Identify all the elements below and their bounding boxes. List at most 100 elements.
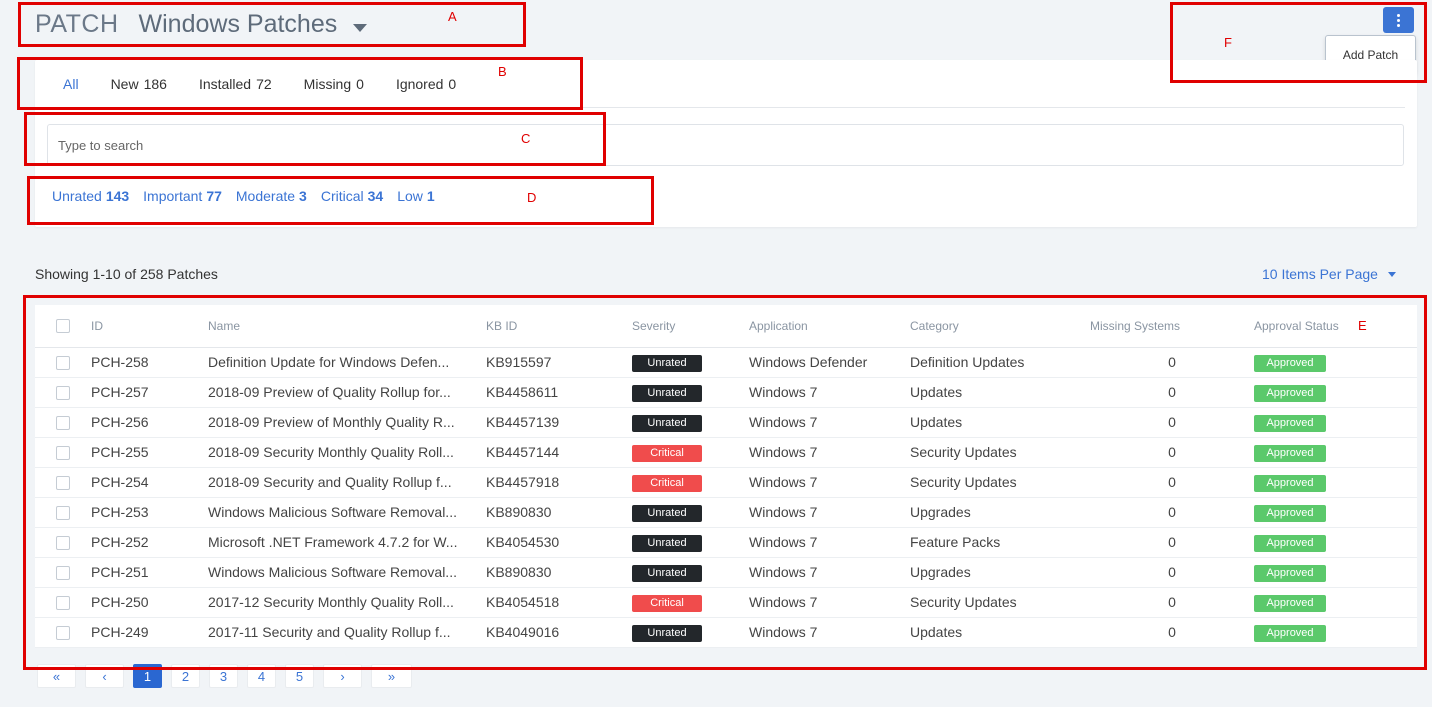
filter-count: 34: [367, 188, 384, 204]
select-all-checkbox[interactable]: [56, 319, 70, 334]
filter-moderate[interactable]: Moderate 3: [236, 188, 307, 204]
patch-name[interactable]: Windows Malicious Software Removal...: [208, 557, 486, 588]
filter-low[interactable]: Low 1: [397, 188, 434, 204]
column-header-approval-status[interactable]: Approval Status: [1254, 305, 1417, 348]
row-checkbox[interactable]: [56, 626, 70, 641]
application: Windows 7: [749, 467, 910, 498]
approval-status-cell: Approved: [1254, 377, 1417, 408]
tab-missing[interactable]: Missing 0: [288, 60, 380, 108]
page-button-4[interactable]: 4: [247, 664, 276, 688]
approval-status-cell: Approved: [1254, 527, 1417, 558]
patch-name[interactable]: 2018-09 Security Monthly Quality Roll...: [208, 437, 486, 468]
filter-unrated[interactable]: Unrated 143: [52, 188, 129, 204]
patch-id[interactable]: PCH-250: [91, 587, 208, 618]
missing-systems: 0: [1090, 467, 1254, 498]
next-page-button[interactable]: ›: [323, 664, 362, 688]
page-button-5[interactable]: 5: [285, 664, 314, 688]
filter-important[interactable]: Important 77: [143, 188, 222, 204]
row-checkbox[interactable]: [56, 416, 70, 431]
row-checkbox[interactable]: [56, 386, 70, 401]
filter-count: 77: [206, 188, 222, 204]
category: Updates: [910, 407, 1090, 438]
missing-systems: 0: [1090, 617, 1254, 648]
items-per-page-select[interactable]: 10 Items Per Page: [1262, 266, 1396, 282]
table-row[interactable]: PCH-257 2018-09 Preview of Quality Rollup…: [35, 377, 1417, 408]
table-row[interactable]: PCH-250 2017-12 Security Monthly Quality …: [35, 587, 1417, 618]
column-header-missing-systems[interactable]: Missing Systems: [1090, 305, 1254, 348]
more-actions-button[interactable]: [1383, 7, 1414, 33]
first-page-button[interactable]: «: [37, 664, 76, 688]
row-checkbox[interactable]: [56, 596, 70, 611]
patch-id[interactable]: PCH-258: [91, 347, 208, 378]
column-header-name[interactable]: Name: [208, 305, 486, 348]
column-header-severity[interactable]: Severity: [632, 305, 749, 348]
tab-count: 0: [356, 76, 364, 92]
table-row[interactable]: PCH-256 2018-09 Preview of Monthly Qualit…: [35, 407, 1417, 438]
filter-card: All New 186 Installed 72 Missing 0 Ignored 0…: [35, 60, 1417, 227]
page-button-2[interactable]: 2: [171, 664, 200, 688]
table-row[interactable]: PCH-252 Microsoft .NET Framework 4.7.2 fo…: [35, 527, 1417, 558]
table-row[interactable]: PCH-258 Definition Update for Windows Def…: [35, 347, 1417, 378]
application: Windows 7: [749, 497, 910, 528]
severity-badge: Unrated: [632, 504, 702, 522]
table-row[interactable]: PCH-249 2017-11 Security and Quality Roll…: [35, 617, 1417, 648]
patch-id[interactable]: PCH-257: [91, 377, 208, 408]
patch-id[interactable]: PCH-252: [91, 527, 208, 558]
severity-badge: Critical: [632, 594, 702, 612]
filter-critical[interactable]: Critical 34: [321, 188, 383, 204]
row-select-cell: [35, 527, 91, 558]
patch-name[interactable]: Windows Malicious Software Removal...: [208, 497, 486, 528]
tab-installed[interactable]: Installed 72: [183, 60, 288, 108]
patch-id[interactable]: PCH-254: [91, 467, 208, 498]
patch-name[interactable]: 2018-09 Preview of Monthly Quality R...: [208, 407, 486, 438]
page-button-3[interactable]: 3: [209, 664, 238, 688]
caret-down-icon[interactable]: [353, 24, 368, 32]
row-select-cell: [35, 617, 91, 648]
table-body: PCH-258 Definition Update for Windows Def…: [35, 347, 1417, 648]
patch-table: ID Name KB ID Severity Application Categ…: [35, 305, 1417, 648]
tab-ignored[interactable]: Ignored 0: [380, 60, 472, 108]
column-header-kb-id[interactable]: KB ID: [486, 305, 632, 348]
patch-id[interactable]: PCH-249: [91, 617, 208, 648]
patch-name[interactable]: 2018-09 Preview of Quality Rollup for...: [208, 377, 486, 408]
kb-id: KB4458611: [486, 377, 632, 408]
row-select-cell: [35, 437, 91, 468]
row-checkbox[interactable]: [56, 476, 70, 491]
row-select-cell: [35, 587, 91, 618]
column-header-category[interactable]: Category: [910, 305, 1090, 348]
patch-name[interactable]: 2017-11 Security and Quality Rollup f...: [208, 617, 486, 648]
row-checkbox[interactable]: [56, 506, 70, 521]
table-row[interactable]: PCH-254 2018-09 Security and Quality Roll…: [35, 467, 1417, 498]
row-checkbox[interactable]: [56, 536, 70, 551]
last-page-button[interactable]: »: [371, 664, 412, 688]
patch-name[interactable]: Microsoft .NET Framework 4.7.2 for W...: [208, 527, 486, 558]
table-row[interactable]: PCH-253 Windows Malicious Software Remova…: [35, 497, 1417, 528]
previous-page-button[interactable]: ‹: [85, 664, 124, 688]
column-header-id[interactable]: ID: [91, 305, 208, 348]
severity-badge: Unrated: [632, 564, 702, 582]
row-select-cell: [35, 347, 91, 378]
table-row[interactable]: PCH-251 Windows Malicious Software Remova…: [35, 557, 1417, 588]
patch-id[interactable]: PCH-253: [91, 497, 208, 528]
patch-id[interactable]: PCH-255: [91, 437, 208, 468]
patch-id[interactable]: PCH-251: [91, 557, 208, 588]
row-checkbox[interactable]: [56, 356, 70, 371]
page-header: PATCH Windows Patches: [35, 10, 368, 39]
row-checkbox[interactable]: [56, 446, 70, 461]
patch-name[interactable]: Definition Update for Windows Defen...: [208, 347, 486, 378]
tab-new[interactable]: New 186: [95, 60, 183, 108]
table-row[interactable]: PCH-255 2018-09 Security Monthly Quality …: [35, 437, 1417, 468]
search-input[interactable]: [47, 124, 1404, 166]
patch-name[interactable]: 2018-09 Security and Quality Rollup f...: [208, 467, 486, 498]
column-header-application[interactable]: Application: [749, 305, 910, 348]
annotation-label-e: E: [1358, 318, 1367, 333]
page-button-1[interactable]: 1: [133, 664, 162, 688]
severity-cell: Unrated: [632, 377, 749, 408]
patch-id[interactable]: PCH-256: [91, 407, 208, 438]
tab-all[interactable]: All: [47, 60, 95, 109]
page-title-dropdown[interactable]: Windows Patches: [139, 10, 368, 39]
patch-name[interactable]: 2017-12 Security Monthly Quality Roll...: [208, 587, 486, 618]
kb-id: KB890830: [486, 557, 632, 588]
category: Feature Packs: [910, 527, 1090, 558]
row-checkbox[interactable]: [56, 566, 70, 581]
